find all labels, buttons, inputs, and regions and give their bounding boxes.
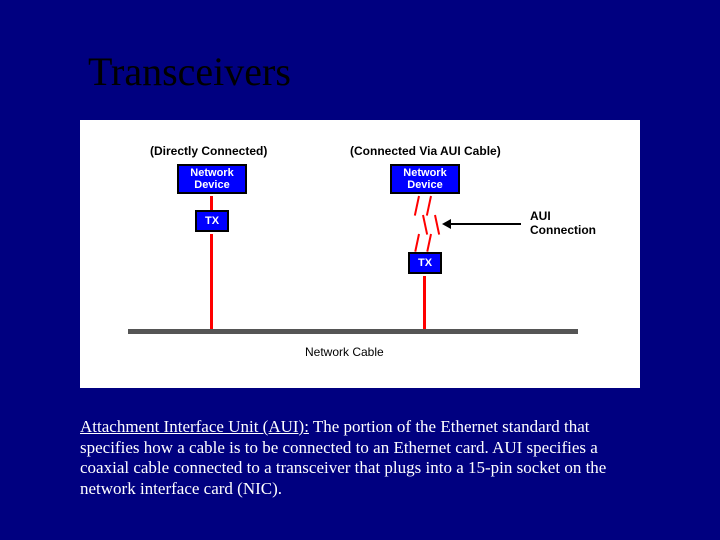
aui-annotation-line1: AUI <box>530 210 596 224</box>
network-cable <box>128 329 578 334</box>
aui-annotation-text: AUI Connection <box>530 210 596 238</box>
box-network-device-right: Network Device <box>390 164 460 194</box>
aui-arrow-line <box>451 223 521 225</box>
aui-arrow-head <box>442 219 451 229</box>
box-network-device-left: Network Device <box>177 164 247 194</box>
aui-wire-2b <box>434 215 440 235</box>
aui-wire-2a <box>426 196 432 216</box>
slide-title: Transceivers <box>88 48 291 95</box>
header-direct: (Directly Connected) <box>150 144 267 158</box>
transceiver-diagram: (Directly Connected) (Connected Via AUI … <box>80 120 640 388</box>
aui-wire-1c <box>414 234 420 252</box>
box-tx-right: TX <box>408 252 442 274</box>
aui-wire-1a <box>414 196 420 216</box>
definition-paragraph: Attachment Interface Unit (AUI): The por… <box>80 417 645 500</box>
box-tx-left: TX <box>195 210 229 232</box>
header-aui: (Connected Via AUI Cable) <box>350 144 501 158</box>
definition-term: Attachment Interface Unit (AUI): <box>80 417 309 436</box>
aui-wire-2c <box>426 234 432 252</box>
network-cable-label: Network Cable <box>305 345 384 359</box>
connector-left-2 <box>210 234 213 329</box>
connector-left-1 <box>210 196 213 210</box>
aui-wire-1b <box>422 215 428 235</box>
aui-annotation-line2: Connection <box>530 224 596 238</box>
connector-right <box>423 276 426 329</box>
